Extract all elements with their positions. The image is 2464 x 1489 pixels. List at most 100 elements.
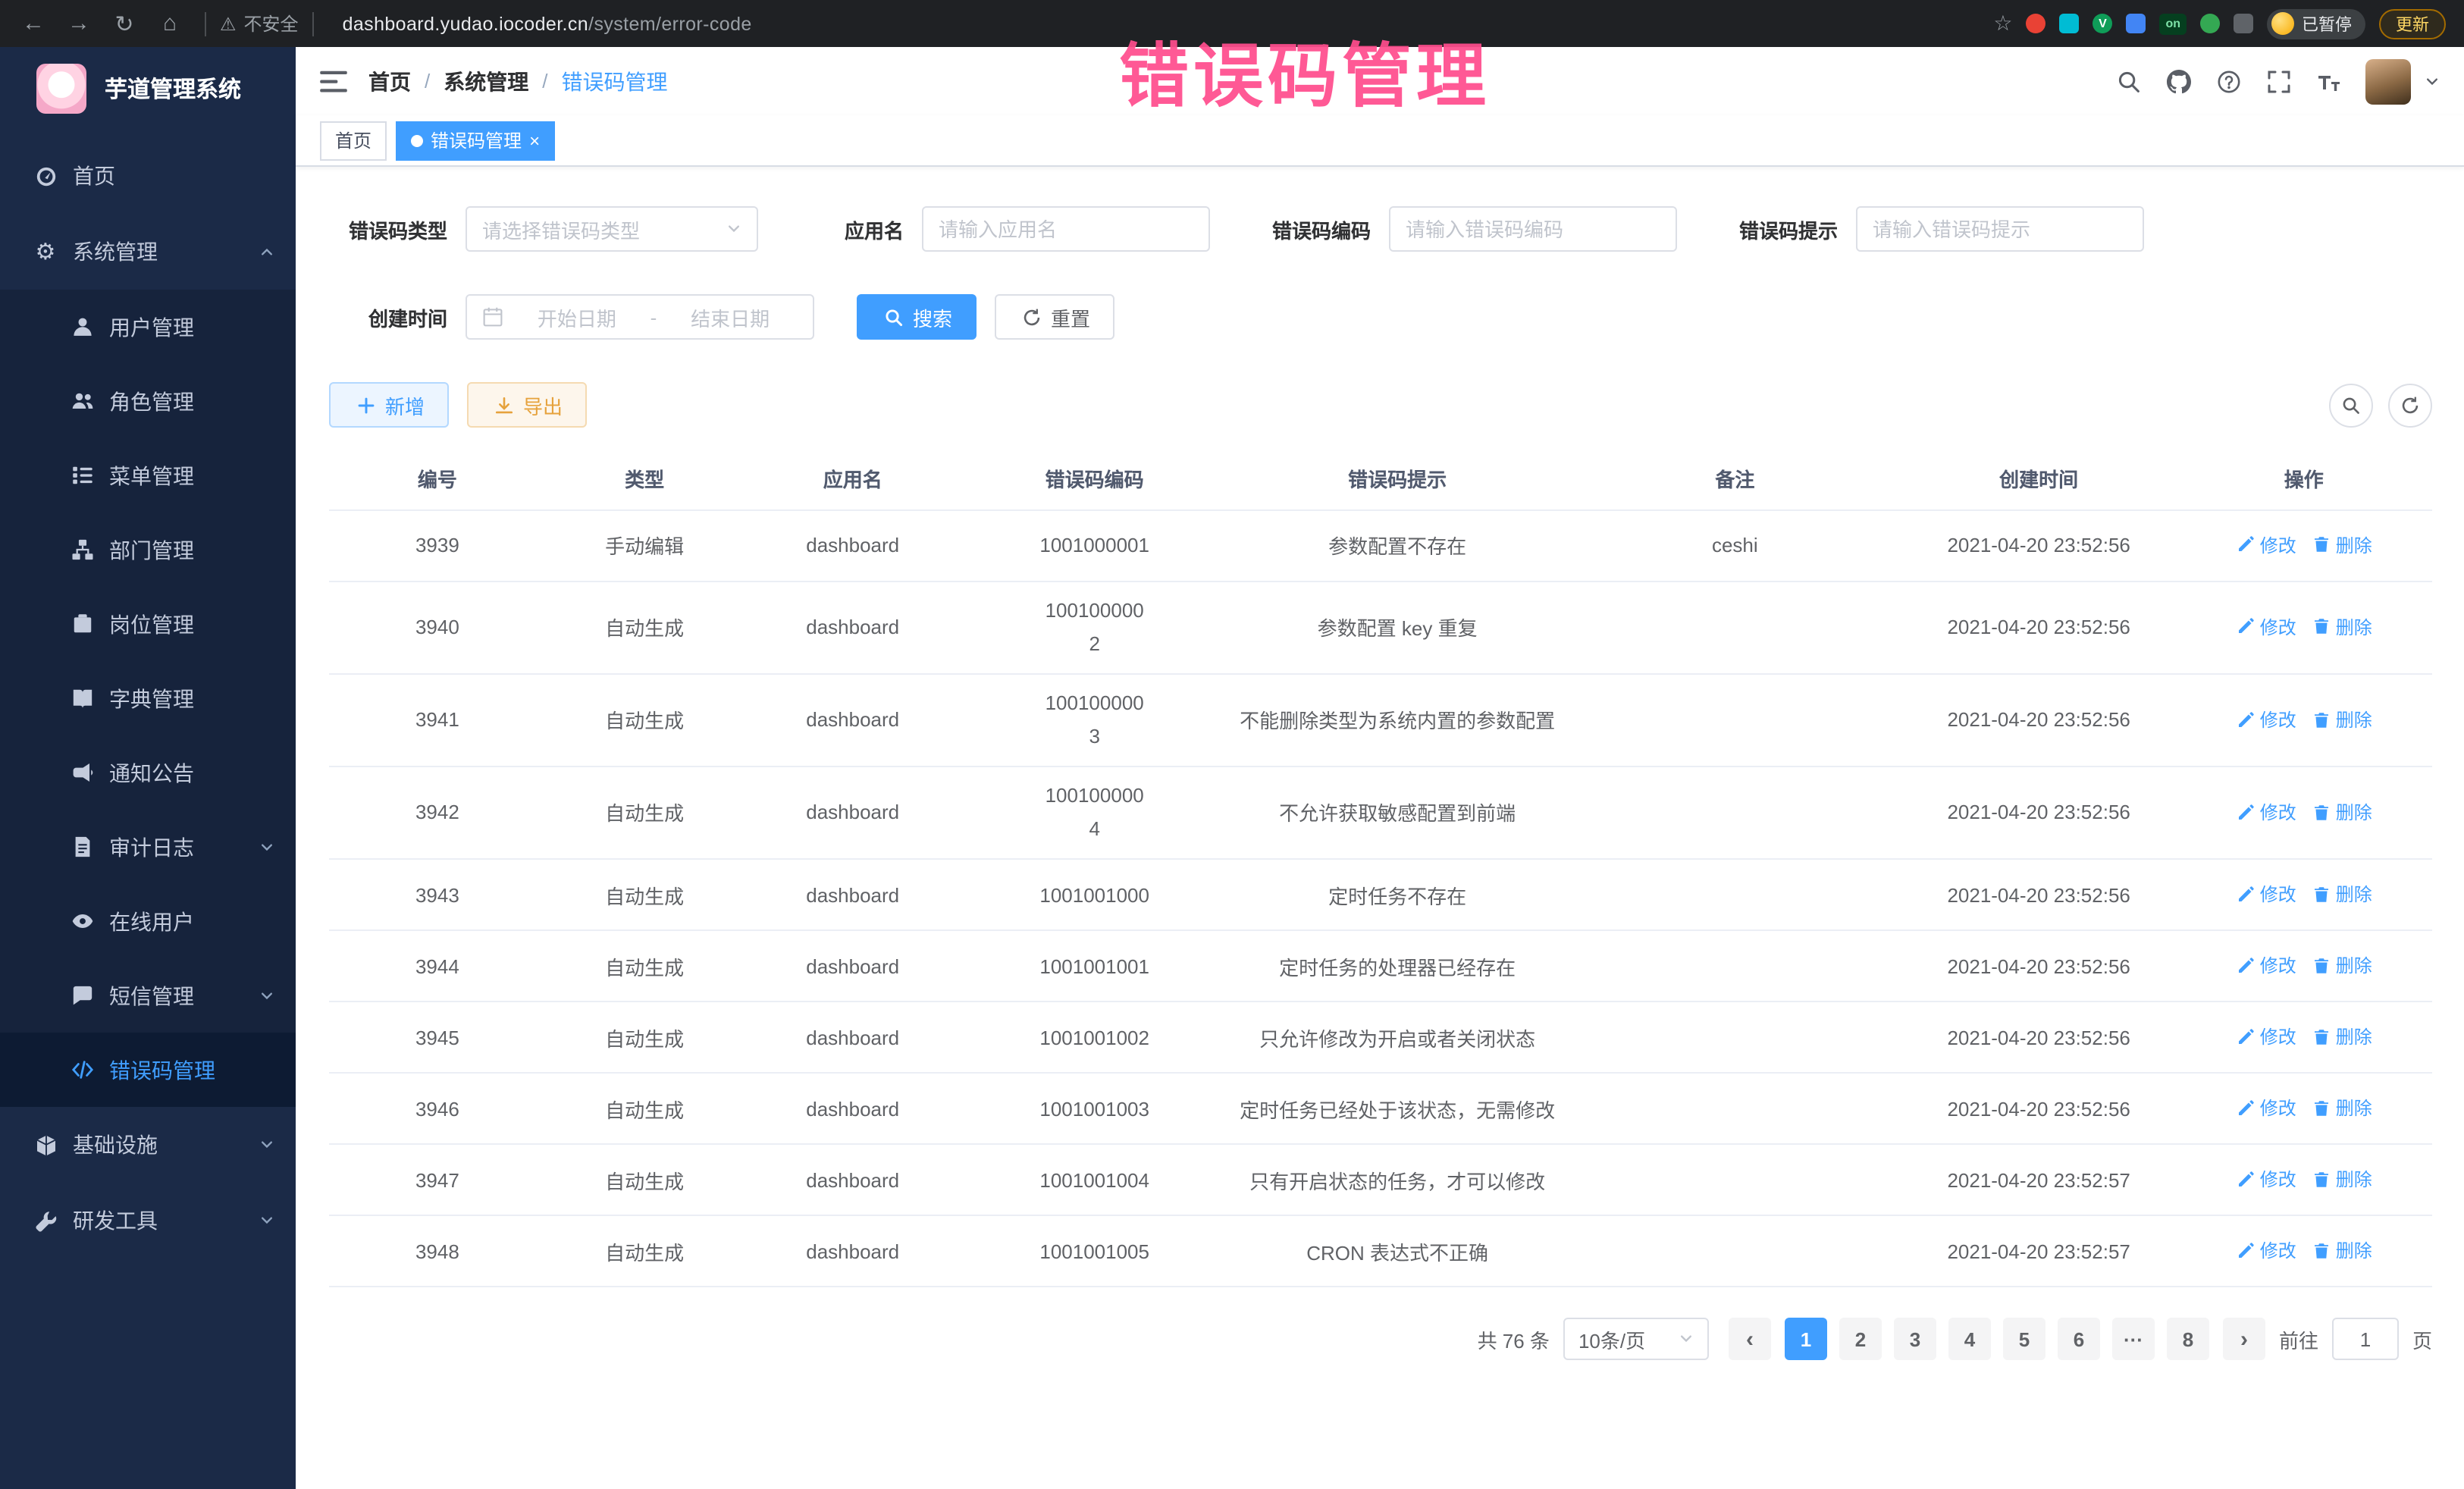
delete-button[interactable]: 删除 xyxy=(2312,1096,2372,1121)
sidebar-item-dept-management[interactable]: 部门管理 xyxy=(0,513,296,587)
sidebar-item-dict-management[interactable]: 字典管理 xyxy=(0,661,296,735)
reset-button[interactable]: 重置 xyxy=(995,294,1114,340)
edit-button[interactable]: 修改 xyxy=(2236,614,2296,640)
browser-toolbar-right: ☆ V on 已暂停 更新 xyxy=(1993,8,2452,39)
breadcrumb-item[interactable]: 系统管理 xyxy=(444,66,528,96)
edit-button[interactable]: 修改 xyxy=(2236,532,2296,558)
view-tag-1[interactable]: 错误码管理× xyxy=(396,121,555,160)
delete-button[interactable]: 删除 xyxy=(2312,532,2372,558)
cell-operations: 修改删除 xyxy=(2175,673,2432,766)
delete-button[interactable]: 删除 xyxy=(2312,799,2372,825)
page-button-4[interactable]: 4 xyxy=(1948,1318,1991,1360)
page-button-2[interactable]: 2 xyxy=(1839,1318,1882,1360)
user-avatar[interactable] xyxy=(2365,58,2411,104)
calendar-icon xyxy=(482,306,503,328)
page-button-1[interactable]: 1 xyxy=(1785,1318,1827,1360)
extension-on-badge[interactable]: on xyxy=(2159,13,2187,34)
github-icon[interactable] xyxy=(2159,61,2199,101)
extension-icon[interactable] xyxy=(2200,14,2220,33)
extension-icon[interactable] xyxy=(2026,14,2045,33)
url-text[interactable]: dashboard.yudao.iocoder.cn/system/error-… xyxy=(343,13,752,34)
cell-remark xyxy=(1568,930,1902,1002)
page-button-6[interactable]: 6 xyxy=(2058,1318,2100,1360)
toggle-search-button[interactable] xyxy=(2329,383,2373,427)
page-ellipsis[interactable]: ··· xyxy=(2112,1318,2155,1360)
sidebar-item-online-users[interactable]: 在线用户 xyxy=(0,884,296,958)
sidebar-item-notice[interactable]: 通知公告 xyxy=(0,735,296,810)
goto-page-input[interactable] xyxy=(2332,1318,2399,1360)
sidebar-item-label: 岗位管理 xyxy=(109,609,194,639)
chevron-down-icon xyxy=(259,839,274,854)
close-icon[interactable]: × xyxy=(529,131,540,149)
page-button-5[interactable]: 5 xyxy=(2003,1318,2045,1360)
cell-remark xyxy=(1568,859,1902,930)
extension-icon[interactable] xyxy=(2059,14,2079,33)
paused-badge[interactable]: 已暂停 xyxy=(2267,8,2365,39)
sidebar-item-menu-management[interactable]: 菜单管理 xyxy=(0,438,296,513)
cell-id: 3946 xyxy=(329,1073,546,1144)
security-status[interactable]: ⚠ 不安全 xyxy=(220,11,299,36)
help-icon[interactable] xyxy=(2209,61,2249,101)
refresh-table-button[interactable] xyxy=(2388,383,2432,427)
browser-reload-icon[interactable]: ↻ xyxy=(103,5,146,42)
sidebar-item-audit-log[interactable]: 审计日志 xyxy=(0,810,296,884)
sidebar-item-home[interactable]: 首页 xyxy=(0,138,296,214)
browser-forward-icon[interactable]: → xyxy=(58,5,100,42)
cell-remark xyxy=(1568,673,1902,766)
edit-button[interactable]: 修改 xyxy=(2236,707,2296,732)
delete-button[interactable]: 删除 xyxy=(2312,1167,2372,1193)
app-name-input[interactable] xyxy=(922,206,1210,252)
cell-time: 2021-04-20 23:52:56 xyxy=(1902,581,2176,673)
edit-button[interactable]: 修改 xyxy=(2236,799,2296,825)
sidebar-item-system-management[interactable]: ⚙系统管理 xyxy=(0,214,296,290)
app-logo-area[interactable]: 芋道管理系统 xyxy=(0,47,296,130)
extension-icon[interactable]: V xyxy=(2093,14,2112,33)
error-hint-input[interactable] xyxy=(1856,206,2144,252)
puzzle-extensions-icon[interactable] xyxy=(2234,14,2253,33)
error-code-input[interactable] xyxy=(1389,206,1677,252)
delete-button[interactable]: 删除 xyxy=(2312,1238,2372,1264)
add-button[interactable]: 新增 xyxy=(329,382,449,428)
edit-button[interactable]: 修改 xyxy=(2236,882,2296,908)
chevron-down-icon[interactable] xyxy=(2425,74,2440,89)
sidebar-toggle-icon[interactable] xyxy=(320,69,347,93)
sidebar-item-post-management[interactable]: 岗位管理 xyxy=(0,587,296,661)
edit-button[interactable]: 修改 xyxy=(2236,1167,2296,1193)
edit-button[interactable]: 修改 xyxy=(2236,1238,2296,1264)
page-size-select[interactable]: 10条/页 xyxy=(1563,1318,1709,1360)
sidebar-item-role-management[interactable]: 角色管理 xyxy=(0,364,296,438)
error-type-select[interactable]: 请选择错误码类型 xyxy=(466,206,758,252)
sidebar-item-error-code-management[interactable]: 错误码管理 xyxy=(0,1033,296,1107)
edit-button[interactable]: 修改 xyxy=(2236,953,2296,979)
view-tag-0[interactable]: 首页 xyxy=(320,121,387,160)
edit-button[interactable]: 修改 xyxy=(2236,1024,2296,1050)
create-time-range-picker[interactable]: 开始日期 - 结束日期 xyxy=(466,294,814,340)
extension-icon[interactable] xyxy=(2126,14,2146,33)
delete-button[interactable]: 删除 xyxy=(2312,953,2372,979)
sidebar-item-infrastructure[interactable]: 基础设施 xyxy=(0,1107,296,1183)
sidebar-item-sms-management[interactable]: 短信管理 xyxy=(0,958,296,1033)
page-button-3[interactable]: 3 xyxy=(1894,1318,1936,1360)
edit-button[interactable]: 修改 xyxy=(2236,1096,2296,1121)
delete-button[interactable]: 删除 xyxy=(2312,614,2372,640)
sms-icon xyxy=(70,983,94,1008)
breadcrumb-item[interactable]: 首页 xyxy=(368,66,411,96)
font-size-icon[interactable] xyxy=(2309,61,2349,101)
divider xyxy=(312,11,314,36)
page-button-8[interactable]: 8 xyxy=(2167,1318,2209,1360)
header-search-icon[interactable] xyxy=(2109,61,2149,101)
sidebar-item-user-management[interactable]: 用户管理 xyxy=(0,290,296,364)
delete-button[interactable]: 删除 xyxy=(2312,707,2372,732)
search-button[interactable]: 搜索 xyxy=(857,294,977,340)
sidebar-item-dev-tools[interactable]: 研发工具 xyxy=(0,1183,296,1259)
bookmark-star-icon[interactable]: ☆ xyxy=(1993,11,2012,36)
browser-update-button[interactable]: 更新 xyxy=(2379,8,2446,39)
prev-page-button[interactable]: ‹ xyxy=(1729,1318,1771,1360)
delete-button[interactable]: 删除 xyxy=(2312,1024,2372,1050)
fullscreen-icon[interactable] xyxy=(2259,61,2299,101)
browser-home-icon[interactable]: ⌂ xyxy=(149,5,191,42)
delete-button[interactable]: 删除 xyxy=(2312,882,2372,908)
export-button[interactable]: 导出 xyxy=(467,382,587,428)
browser-back-icon[interactable]: ← xyxy=(12,5,55,42)
next-page-button[interactable]: › xyxy=(2223,1318,2265,1360)
